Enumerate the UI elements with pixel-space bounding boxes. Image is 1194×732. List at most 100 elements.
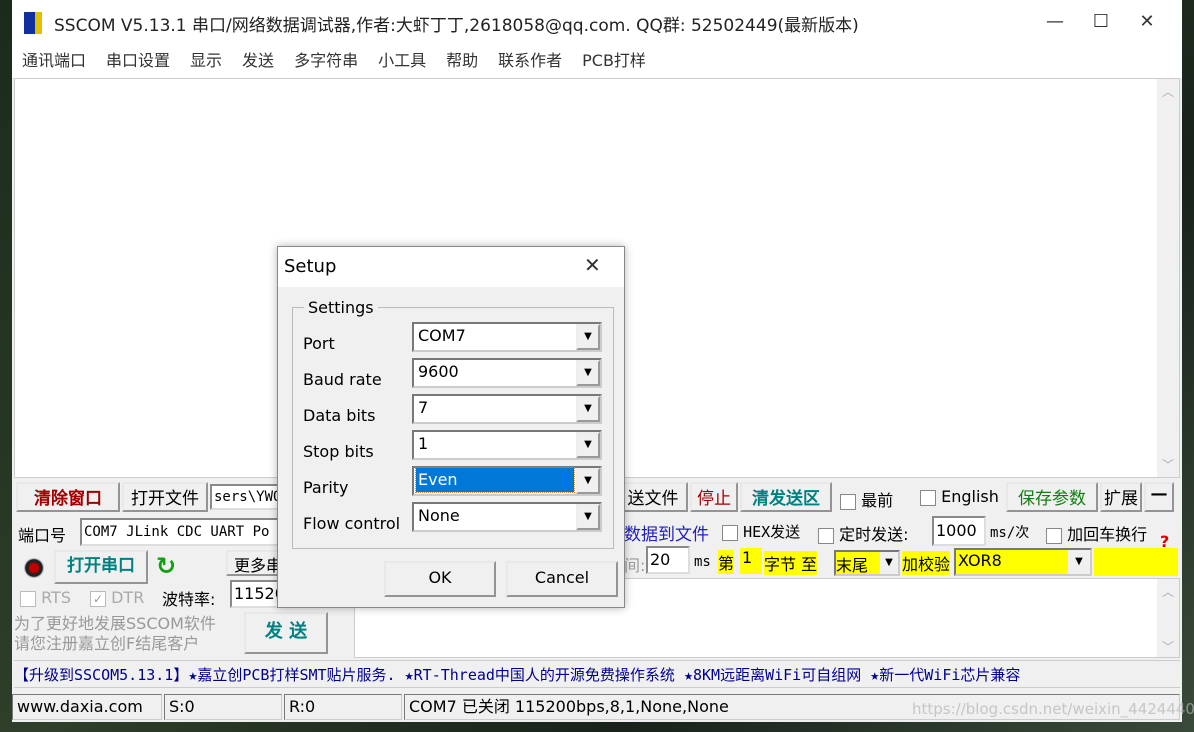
dialog-title: Setup (284, 256, 337, 277)
english-check-icon[interactable] (920, 489, 936, 506)
add-crlf-label: 加回车换行 (1067, 525, 1148, 544)
data-bits-field-label: Data bits (303, 406, 376, 425)
chevron-down-icon[interactable]: ▼ (1068, 550, 1090, 574)
byte-from-input[interactable]: 1 (740, 548, 762, 574)
topmost-check-icon[interactable] (840, 493, 856, 510)
menu-pcb[interactable]: PCB打样 (572, 44, 656, 78)
clear-send-button[interactable]: 清发送区 (740, 482, 832, 512)
topmost-checkbox[interactable]: 最前 (840, 487, 893, 511)
menu-tools[interactable]: 小工具 (368, 44, 436, 78)
data-bits-combo[interactable]: 7 ▼ (412, 394, 602, 424)
timed-send-check-icon[interactable] (818, 527, 834, 544)
menu-multi-string[interactable]: 多字符串 (284, 44, 368, 78)
receive-scrollbar[interactable]: ︿ ﹀ (1157, 79, 1179, 477)
chevron-down-icon[interactable]: ▼ (576, 360, 600, 386)
dtr-check-icon[interactable]: ✓ (90, 590, 106, 607)
parity-combo-value: Even (415, 467, 575, 493)
interval-input[interactable]: 1000 (932, 516, 986, 546)
save-to-file-link[interactable]: 数据到文件 (624, 520, 709, 545)
chevron-down-icon[interactable]: ▼ (576, 432, 600, 458)
status-sent: S:0 (164, 694, 282, 720)
dialog-title-bar: Setup ✕ (278, 247, 624, 287)
app-icon (24, 12, 42, 34)
save-params-button[interactable]: 保存参数 (1006, 482, 1098, 512)
menu-contact[interactable]: 联系作者 (488, 44, 572, 78)
topmost-label: 最前 (861, 491, 894, 510)
status-site[interactable]: www.daxia.com (12, 694, 162, 720)
port-combo-value: COM7 (418, 326, 466, 345)
refresh-icon[interactable]: ↻ (156, 552, 176, 580)
close-button[interactable]: ✕ (1124, 0, 1170, 44)
checksum-from-label: 第 (718, 550, 735, 574)
open-port-button[interactable]: 打开串口 (54, 550, 148, 584)
minimize-button[interactable]: — (1032, 0, 1078, 44)
english-checkbox[interactable]: English (920, 487, 999, 506)
menu-serial-settings[interactable]: 串口设置 (96, 44, 180, 78)
flow-control-combo[interactable]: None ▼ (412, 502, 602, 532)
port-label: 端口号 (18, 526, 67, 545)
interval-unit: ms/次 (990, 525, 1030, 541)
ok-button[interactable]: OK (384, 561, 496, 597)
chevron-down-icon[interactable]: ▼ (576, 468, 600, 494)
checksum-label: 加校验 (902, 551, 951, 575)
add-crlf-check-icon[interactable] (1046, 527, 1062, 544)
english-label: English (941, 487, 999, 506)
timeout-unit: ms (694, 554, 711, 570)
send-file-button[interactable]: 送文件 (618, 482, 688, 512)
promo-ticker[interactable]: 【升级到SSCOM5.13.1】★嘉立创PCB打样SMT贴片服务. ★RT-Th… (14, 660, 1180, 688)
port-field-label: Port (303, 334, 335, 353)
collapse-button[interactable]: — (1144, 482, 1174, 512)
baud-label: 波特率: (162, 590, 216, 609)
expand-button[interactable]: 扩展 (1100, 482, 1142, 512)
rts-label: RTS (41, 588, 71, 607)
byte-to-label: 字节 至 (764, 551, 818, 575)
stop-button[interactable]: 停止 (690, 482, 738, 512)
window-title: SSCOM V5.13.1 串口/网络数据调试器,作者:大虾丁丁,2618058… (54, 16, 859, 36)
chevron-down-icon[interactable]: ▼ (576, 504, 600, 530)
promo-line-2: 请您注册嘉立创F结尾客户 (14, 634, 200, 653)
send-button[interactable]: 发 送 (244, 612, 328, 654)
rts-checkbox[interactable]: RTS (20, 588, 71, 607)
byte-to-value: 末尾 (836, 556, 869, 575)
timeout-label: 间: (624, 556, 646, 575)
checksum-result-field (1094, 548, 1178, 576)
timeout-input[interactable]: 20 (646, 546, 690, 574)
send-scrollbar[interactable]: ︿ ﹀ (1157, 579, 1179, 657)
dialog-close-button[interactable]: ✕ (584, 253, 601, 277)
promo-line-1: 为了更好地发展SSCOM软件 (14, 614, 216, 633)
rts-check-icon[interactable] (20, 590, 36, 607)
checksum-value: XOR8 (958, 551, 1002, 570)
timed-send-checkbox[interactable]: 定时发送: (818, 521, 909, 545)
parity-combo[interactable]: Even ▼ (412, 466, 602, 496)
menu-help[interactable]: 帮助 (436, 44, 488, 78)
stop-bits-combo-value: 1 (418, 434, 429, 453)
maximize-button[interactable]: ☐ (1078, 0, 1124, 44)
add-crlf-checkbox[interactable]: 加回车换行 (1046, 521, 1147, 545)
port-select[interactable]: COM7 JLink CDC UART Po (80, 518, 290, 546)
chevron-down-icon[interactable]: ▼ (880, 552, 898, 574)
chevron-down-icon[interactable]: ▼ (576, 324, 600, 350)
menu-comm-port[interactable]: 通讯端口 (12, 44, 96, 78)
hex-send-checkbox[interactable]: HEX发送 (722, 521, 800, 542)
title-bar: SSCOM V5.13.1 串口/网络数据调试器,作者:大虾丁丁,2618058… (12, 0, 1182, 44)
chevron-down-icon[interactable]: ▼ (576, 396, 600, 422)
stop-bits-combo[interactable]: 1 ▼ (412, 430, 602, 460)
flow-control-combo-value: None (418, 506, 460, 525)
checksum-select[interactable]: XOR8 ▼ (954, 548, 1092, 576)
baud-rate-combo[interactable]: 9600 ▼ (412, 358, 602, 388)
dtr-checkbox[interactable]: ✓ DTR (90, 588, 144, 607)
menu-display[interactable]: 显示 (180, 44, 232, 78)
port-combo[interactable]: COM7 ▼ (412, 322, 602, 352)
data-bits-combo-value: 7 (418, 398, 429, 417)
byte-to-select[interactable]: 末尾 ▼ (834, 550, 900, 576)
baud-rate-combo-value: 9600 (418, 362, 459, 381)
parity-field-label: Parity (303, 478, 349, 497)
baud-rate-field-label: Baud rate (303, 370, 382, 389)
flow-control-field-label: Flow control (303, 514, 401, 533)
hex-send-check-icon[interactable] (722, 524, 738, 541)
cancel-button[interactable]: Cancel (506, 561, 618, 597)
menu-send[interactable]: 发送 (232, 44, 284, 78)
promo-text[interactable]: 为了更好地发展SSCOM软件 请您注册嘉立创F结尾客户 (14, 614, 216, 654)
open-file-button[interactable]: 打开文件 (122, 482, 208, 512)
clear-window-button[interactable]: 清除窗口 (16, 482, 120, 512)
